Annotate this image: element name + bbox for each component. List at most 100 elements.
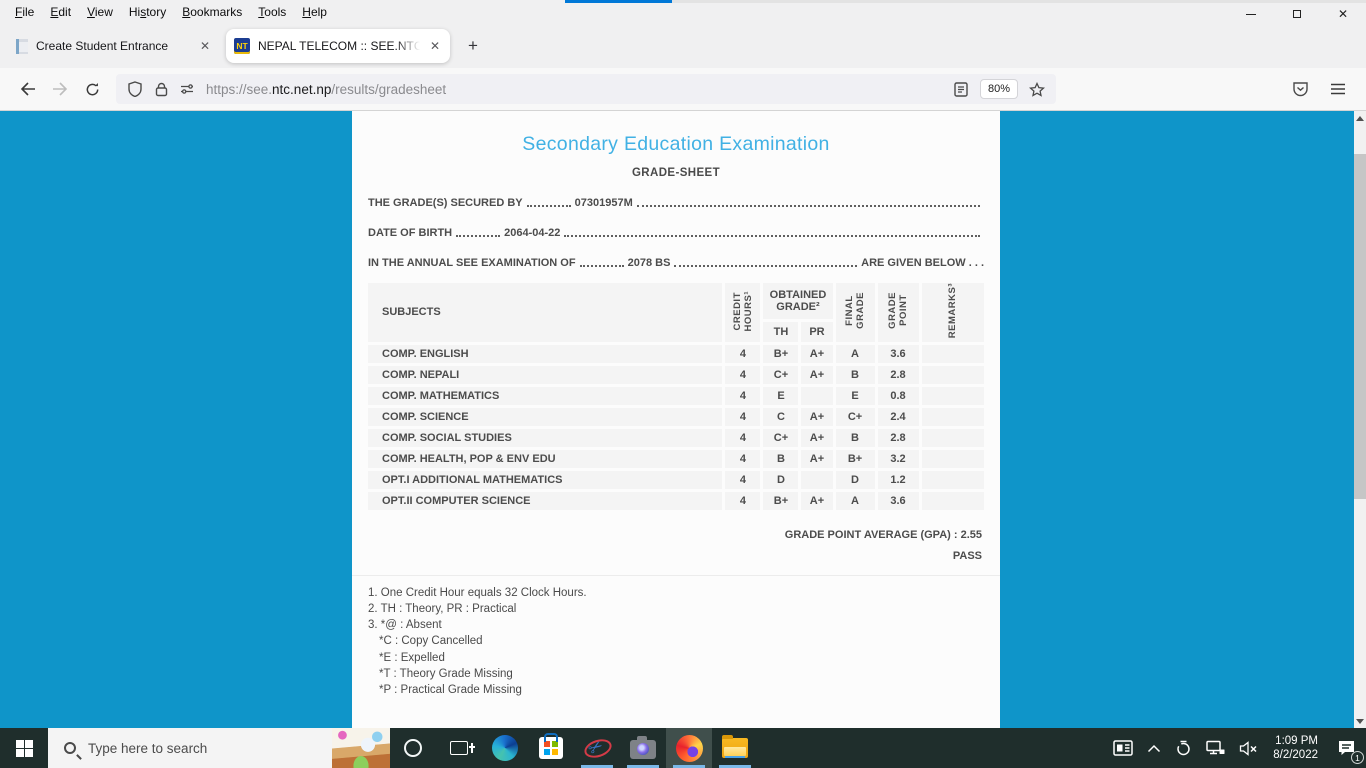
volume-button[interactable] (1232, 728, 1265, 768)
taskbar-search[interactable]: Type here to search (48, 728, 390, 768)
minimize-icon (1246, 14, 1256, 15)
chevron-up-icon (1147, 744, 1161, 753)
reload-button[interactable] (76, 73, 108, 105)
search-placeholder: Type here to search (88, 741, 332, 756)
pocket-button[interactable] (1284, 73, 1316, 105)
menu-item-view[interactable]: View (80, 2, 120, 22)
menu-item-edit[interactable]: Edit (43, 2, 78, 22)
lock-icon[interactable] (148, 76, 174, 102)
header-final-grade: FINAL GRADE (834, 283, 876, 343)
menu-item-file[interactable]: File (8, 2, 41, 22)
cell-credit: 4 (724, 343, 762, 364)
start-button[interactable] (0, 728, 48, 768)
header-obtained-grade: OBTAINED GRADE² (762, 283, 834, 321)
examination-year-line: IN THE ANNUAL SEE EXAMINATION OF 2078 BS… (368, 252, 984, 269)
cell-th: C+ (762, 427, 800, 448)
scrollbar[interactable] (1354, 111, 1366, 728)
notes-list: 1. One Credit Hour equals 32 Clock Hours… (368, 585, 984, 699)
microsoft-store-button[interactable] (528, 728, 574, 768)
app-menu-button[interactable] (1322, 73, 1354, 105)
cell-final: E (834, 385, 876, 406)
tab-create-student-entrance[interactable]: Create Student Entrance ✕ (8, 29, 220, 63)
cell-point: 3.6 (876, 490, 920, 511)
result-status: PASS (368, 550, 984, 562)
menu-item-history[interactable]: History (122, 2, 173, 22)
scrollbar-down-arrow[interactable] (1354, 714, 1366, 728)
scrollbar-thumb[interactable] (1354, 154, 1366, 499)
tray-expand-button[interactable] (1140, 728, 1168, 768)
news-widget-button[interactable] (1106, 728, 1140, 768)
back-arrow-icon (20, 82, 36, 96)
secured-by-label: THE GRADE(S) SECURED BY (368, 197, 523, 209)
edge-button[interactable] (482, 728, 528, 768)
zoom-level-badge[interactable]: 80% (980, 79, 1018, 99)
cell-pr: A+ (800, 448, 834, 469)
cell-pr (800, 469, 834, 490)
network-button[interactable] (1199, 728, 1232, 768)
camera-icon (630, 740, 656, 759)
search-icon (64, 742, 76, 754)
menu-item-help[interactable]: Help (295, 2, 334, 22)
cell-subject: OPT.I ADDITIONAL MATHEMATICS (368, 469, 724, 490)
bookmark-star-icon[interactable] (1024, 76, 1050, 102)
cell-point: 0.8 (876, 385, 920, 406)
cell-subject: COMP. HEALTH, POP & ENV EDU (368, 448, 724, 469)
firefox-icon (676, 735, 703, 762)
dot-leader (637, 198, 980, 207)
scrollbar-up-arrow[interactable] (1354, 111, 1366, 125)
tab-nepal-telecom-active[interactable]: NT NEPAL TELECOM :: SEE.NTC.NET ✕ (226, 29, 450, 63)
snipping-tool-button[interactable] (574, 728, 620, 768)
cortana-button[interactable] (390, 728, 436, 768)
browser-viewport: Secondary Education Examination GRADE-SH… (0, 111, 1366, 728)
tab-close-icon[interactable]: ✕ (428, 39, 442, 53)
taskbar-clock[interactable]: 1:09 PM 8/2/2022 (1265, 734, 1326, 762)
menu-item-bookmarks[interactable]: Bookmarks (175, 2, 249, 22)
tab-title: Create Student Entrance (36, 39, 190, 53)
cell-final: A (834, 490, 876, 511)
screen: FileEditViewHistoryBookmarksToolsHelp ✕ … (0, 0, 1366, 768)
grade-table: SUBJECTS CREDIT HOURS¹ OBTAINED GRADE² F… (368, 283, 984, 513)
tab-close-icon[interactable]: ✕ (198, 39, 212, 53)
shield-icon[interactable] (122, 76, 148, 102)
network-icon (1206, 740, 1225, 756)
meet-now-button[interactable] (1168, 728, 1199, 768)
date-of-birth-line: DATE OF BIRTH 2064-04-22 (368, 222, 984, 239)
windows-logo-icon (16, 740, 33, 757)
file-explorer-button[interactable] (712, 728, 758, 768)
camera-button[interactable] (620, 728, 666, 768)
nt-logo-favicon: NT (234, 38, 250, 54)
task-view-button[interactable] (436, 728, 482, 768)
cell-point: 3.6 (876, 343, 920, 364)
dot-leader (527, 198, 571, 207)
firefox-button[interactable] (666, 728, 712, 768)
url-text[interactable]: https://see.ntc.net.np/results/gradeshee… (206, 82, 948, 97)
table-row: COMP. NEPALI4C+A+B2.8 (368, 364, 984, 385)
cell-credit: 4 (724, 469, 762, 490)
cell-remarks (920, 364, 984, 385)
dot-leader (456, 228, 500, 237)
cell-final: B (834, 427, 876, 448)
back-button[interactable] (12, 73, 44, 105)
menu-item-tools[interactable]: Tools (251, 2, 293, 22)
cell-subject: COMP. SOCIAL STUDIES (368, 427, 724, 448)
pocket-icon (1292, 81, 1309, 97)
new-tab-button[interactable]: + (460, 34, 486, 58)
cell-subject: COMP. NEPALI (368, 364, 724, 385)
cell-remarks (920, 448, 984, 469)
cell-final: D (834, 469, 876, 490)
note-line: *C : Copy Cancelled (368, 633, 984, 649)
cell-final: B (834, 364, 876, 385)
address-bar[interactable]: https://see.ntc.net.np/results/gradeshee… (116, 74, 1056, 104)
header-remarks: REMARKS³ (920, 283, 984, 343)
search-highlight-image[interactable] (332, 728, 390, 768)
cell-credit: 4 (724, 385, 762, 406)
snipping-tool-icon (583, 736, 611, 760)
forward-button[interactable] (44, 73, 76, 105)
permissions-icon[interactable] (174, 76, 200, 102)
reader-view-icon[interactable] (948, 76, 974, 102)
table-row: OPT.I ADDITIONAL MATHEMATICS4DD1.2 (368, 469, 984, 490)
symbol-number-value: 07301957M (575, 197, 633, 209)
volume-muted-icon (1239, 741, 1258, 756)
notification-center-button[interactable]: 1 (1326, 728, 1366, 768)
note-line: *P : Practical Grade Missing (368, 682, 984, 698)
